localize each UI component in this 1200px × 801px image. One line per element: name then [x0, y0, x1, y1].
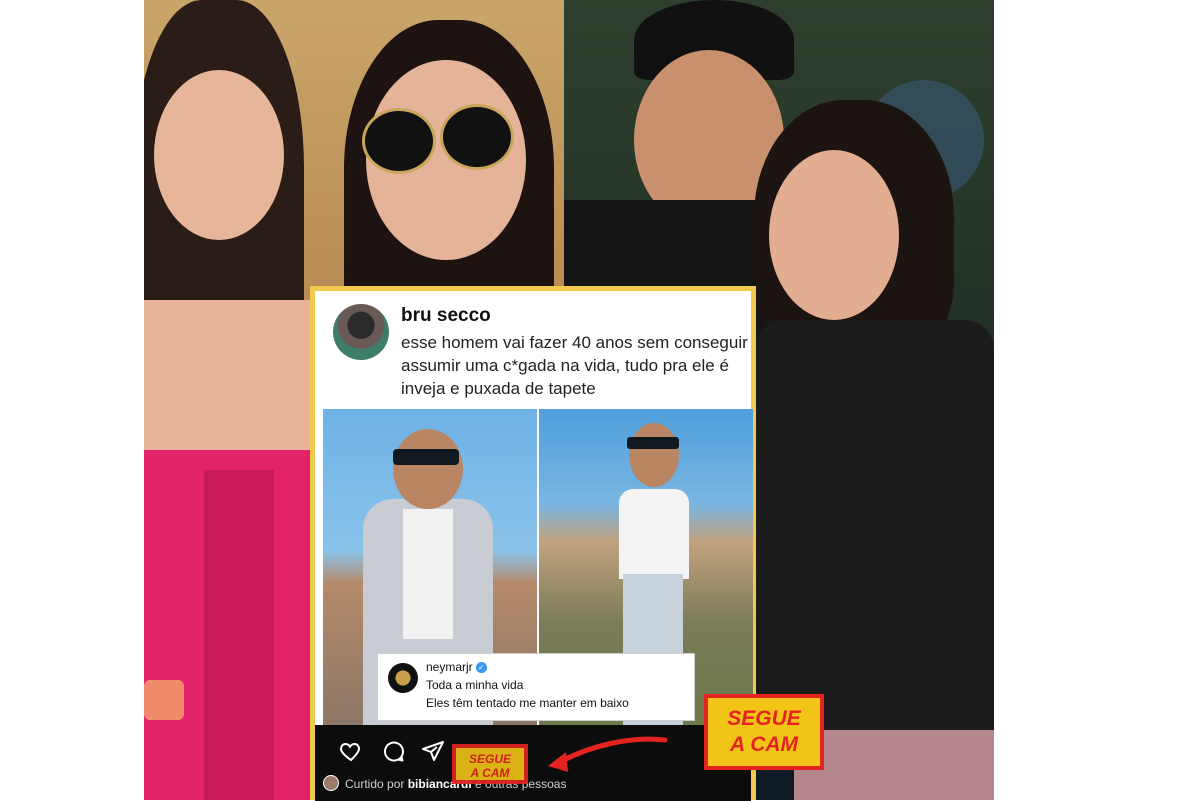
heart-icon[interactable] [339, 739, 363, 763]
watermark-line-2: A CAM [470, 766, 510, 780]
white-shirt [403, 509, 453, 639]
face [393, 429, 463, 509]
comment-card: neymarjr ✓ Toda a minha vida Eles têm ten… [377, 653, 695, 721]
comment-avatar[interactable] [388, 663, 418, 693]
post-text: esse homem vai fazer 40 anos sem consegu… [401, 333, 748, 398]
leather-jacket [754, 320, 994, 740]
badge-line-1: SEGUE [727, 707, 801, 730]
segue-a-cam-watermark: SEGUE A CAM [452, 744, 528, 784]
badge-line-2: A CAM [729, 733, 799, 756]
segue-a-cam-badge: SEGUE A CAM [704, 694, 824, 770]
page-margin [994, 0, 1200, 800]
comment-username-text: neymarjr [426, 660, 473, 674]
sunglasses [627, 437, 679, 449]
comment-line-1: Toda a minha vida [426, 678, 524, 692]
face-left [154, 70, 284, 240]
post-header: bru secco esse homem vai fazer 40 anos s… [315, 291, 751, 409]
comment-line-2: Eles têm tentado me manter em baixo [426, 696, 629, 710]
share-icon[interactable] [421, 739, 445, 763]
post-card: bru secco esse homem vai fazer 40 anos s… [310, 286, 756, 801]
face [629, 423, 679, 487]
pink-bow [204, 470, 274, 800]
woman-face [769, 150, 899, 320]
post-username[interactable]: bru secco [401, 305, 491, 327]
white-tshirt [619, 489, 689, 579]
liked-prefix: Curtido por [345, 777, 408, 791]
sunglasses-left-lens [362, 108, 436, 174]
comment-username[interactable]: neymarjr ✓ [426, 660, 487, 674]
sunglasses-right-lens [440, 104, 514, 170]
pink-skirt [794, 730, 994, 800]
phone [144, 680, 184, 720]
liked-by-avatar[interactable] [323, 775, 339, 791]
red-arrow-annotation [548, 736, 668, 772]
sunglasses [393, 449, 459, 465]
post-footer: Curtido por bibiancardi e outras pessoas [315, 725, 751, 801]
comment-icon[interactable] [381, 739, 405, 763]
avatar[interactable] [333, 304, 389, 360]
verified-badge-icon: ✓ [475, 662, 487, 674]
watermark-line-1: SEGUE [468, 752, 511, 766]
